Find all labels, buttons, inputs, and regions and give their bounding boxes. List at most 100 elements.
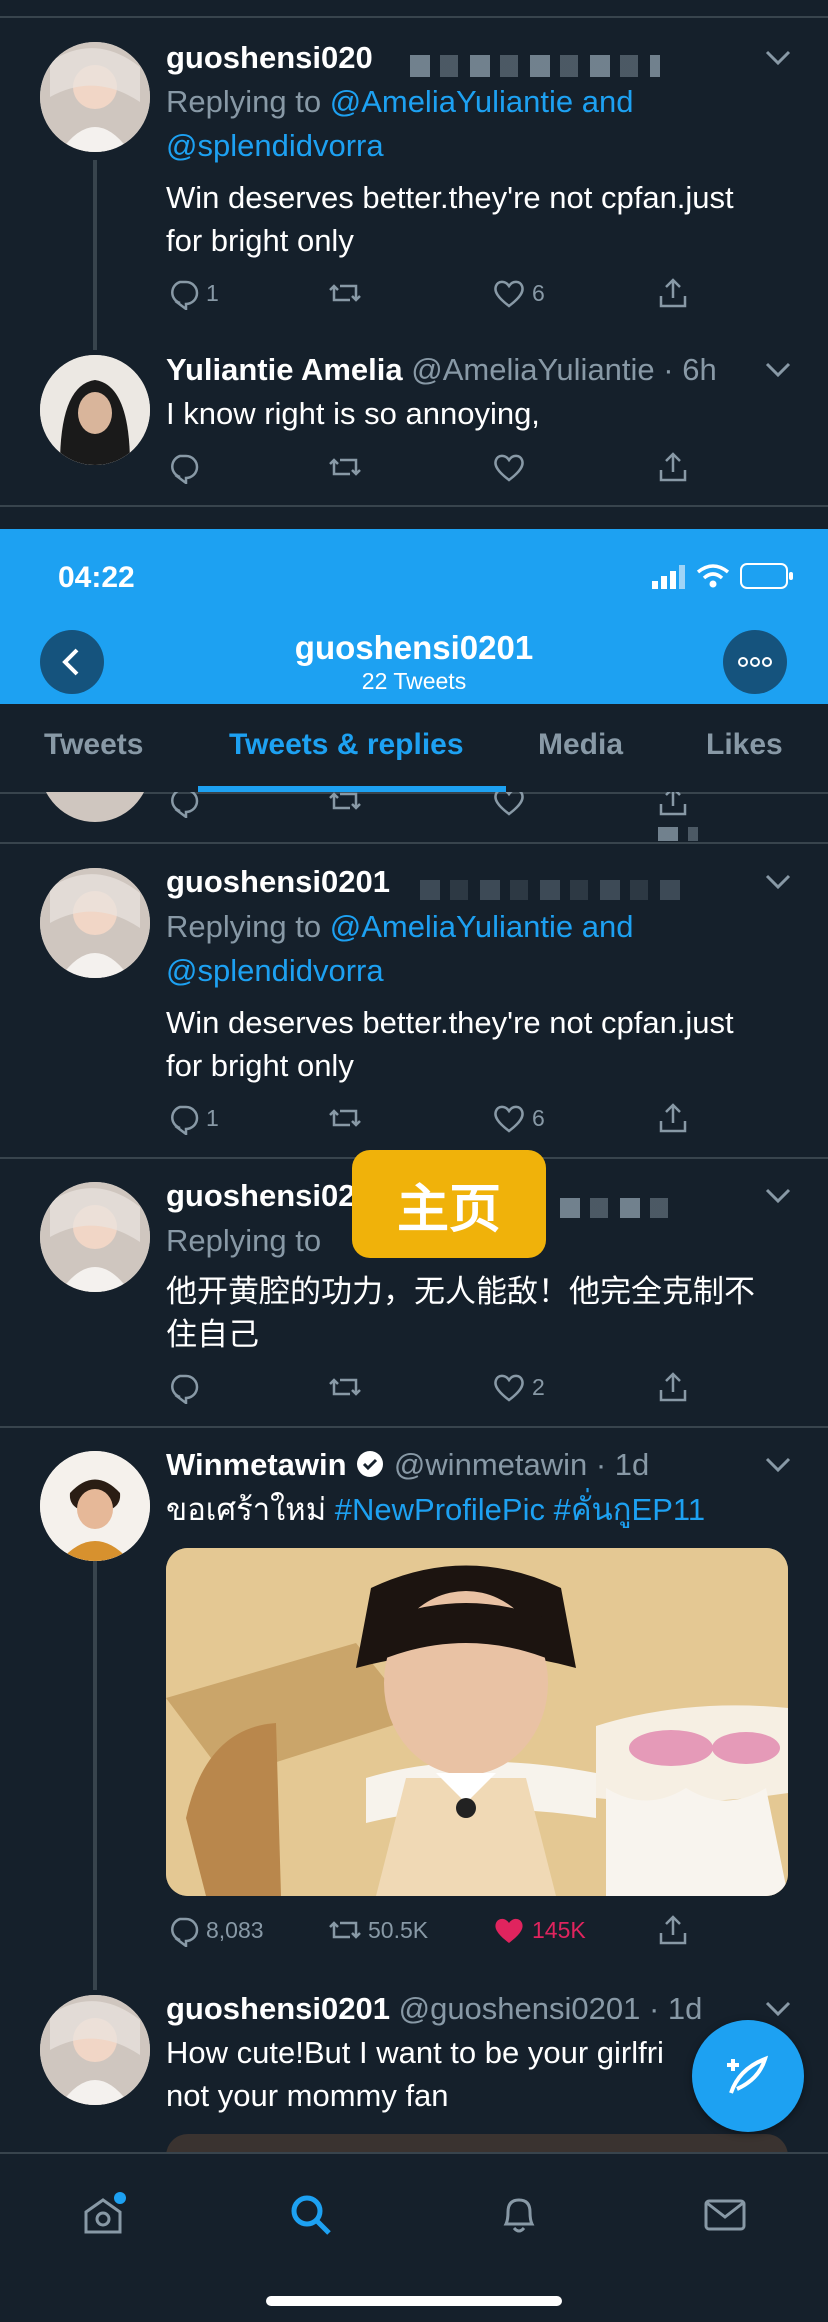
- avatar[interactable]: [40, 1451, 150, 1561]
- tweet-author-name[interactable]: guoshensi0201: [166, 864, 390, 900]
- like-icon: [494, 1105, 524, 1133]
- nav-search[interactable]: [288, 2192, 334, 2243]
- reply-button[interactable]: [166, 1370, 200, 1404]
- handle-timestamp: @guoshensi0201 · 1d: [398, 1991, 703, 2026]
- hashtag-link[interactable]: #คั่นกูEP11: [545, 1492, 705, 1527]
- share-button[interactable]: [656, 450, 690, 484]
- tweet-text-thai: ขอเศร้าใหม่: [166, 1492, 335, 1527]
- avatar[interactable]: [40, 42, 150, 152]
- tweet-author-name[interactable]: guoshensi0201 @guoshensi0201 · 1d: [166, 1991, 702, 2027]
- share-icon: [659, 278, 687, 308]
- nav-notifications[interactable]: [496, 2192, 542, 2243]
- reply-mention-link[interactable]: @splendidvorra: [166, 124, 384, 168]
- reply-icon: [171, 1917, 199, 1947]
- tab-tweets-and-replies[interactable]: Tweets & replies: [229, 728, 464, 762]
- chevron-down-icon[interactable]: [764, 872, 792, 892]
- tweet-author-name[interactable]: guoshensi020: [166, 40, 373, 76]
- tweet-text: ขอเศร้าใหม่ #NewProfilePic #คั่นกูEP11: [166, 1488, 705, 1532]
- compose-icon: [727, 2055, 769, 2094]
- tweet-author-name[interactable]: guoshensi020: [166, 1178, 373, 1214]
- home-indicator: [266, 2296, 562, 2306]
- home-overlay-badge[interactable]: 主页: [352, 1150, 546, 1258]
- like-icon[interactable]: [492, 792, 526, 818]
- retweet-button[interactable]: [328, 450, 362, 484]
- reply-mention-link[interactable]: @splendidvorra: [166, 949, 384, 993]
- chevron-down-icon[interactable]: [764, 48, 792, 68]
- retweet-button[interactable]: [328, 1101, 362, 1135]
- like-icon: [495, 1918, 523, 1943]
- tweet-text: for bright only: [166, 223, 354, 258]
- reply-icon: [171, 1374, 199, 1404]
- avatar[interactable]: [40, 1995, 150, 2105]
- reply-mention-link[interactable]: @AmeliaYuliantie and: [330, 909, 634, 944]
- share-button[interactable]: [656, 1370, 690, 1404]
- display-name: guoshensi0201: [166, 1991, 390, 2026]
- share-button[interactable]: [656, 1913, 690, 1947]
- more-button[interactable]: [723, 630, 787, 694]
- retweet-icon[interactable]: [328, 792, 362, 818]
- handle-timestamp: @winmetawin · 1d: [393, 1447, 650, 1482]
- handle-timestamp: @AmeliaYuliantie · 6h: [411, 352, 717, 387]
- display-name: Winmetawin: [166, 1447, 347, 1482]
- share-icon: [659, 1372, 687, 1402]
- blurred-handle: [420, 880, 690, 900]
- nav-home[interactable]: [80, 2192, 126, 2243]
- chevron-down-icon[interactable]: [764, 360, 792, 380]
- reply-icon: [171, 280, 199, 310]
- messages-icon: [704, 2199, 746, 2231]
- like-button[interactable]: 145K: [492, 1913, 586, 1947]
- battery-icon: [740, 563, 793, 589]
- like-count: 145K: [532, 1916, 586, 1943]
- retweet-icon: [329, 284, 361, 302]
- reply-icon[interactable]: [166, 792, 200, 818]
- tweet-text: Win deserves better.they're not cpfan.ju…: [166, 1005, 734, 1040]
- reply-mention-link[interactable]: @AmeliaYuliantie and: [330, 84, 634, 119]
- tweet-author-name[interactable]: Yuliantie Amelia @AmeliaYuliantie · 6h: [166, 352, 717, 388]
- avatar[interactable]: [40, 1182, 150, 1292]
- signal-icon: [652, 565, 685, 589]
- chevron-down-icon[interactable]: [764, 1186, 792, 1206]
- retweet-button[interactable]: [328, 1370, 362, 1404]
- reply-button[interactable]: 8,083: [166, 1913, 264, 1947]
- like-button[interactable]: 6: [492, 276, 545, 310]
- blurred-handle: [560, 1198, 680, 1218]
- retweet-button[interactable]: [328, 276, 362, 310]
- tab-tweets[interactable]: Tweets: [44, 728, 143, 762]
- top-divider: [0, 16, 828, 18]
- reply-button[interactable]: 1: [166, 1101, 219, 1135]
- profile-header-bar: 04:22 guoshensi0201 22 Tweets: [0, 529, 828, 704]
- share-button[interactable]: [656, 1101, 690, 1135]
- tweet-media-image[interactable]: [166, 1548, 788, 1896]
- retweet-icon: [329, 1921, 361, 1939]
- reply-button[interactable]: 1: [166, 276, 219, 310]
- tweet-count: 22 Tweets: [361, 668, 467, 694]
- compose-button[interactable]: [692, 2020, 804, 2132]
- partial-avatar: [40, 792, 150, 822]
- chevron-down-icon[interactable]: [764, 1455, 792, 1475]
- hashtag-link[interactable]: #NewProfilePic: [335, 1492, 545, 1527]
- verified-icon: [357, 1451, 384, 1477]
- like-button[interactable]: [492, 450, 526, 484]
- like-button[interactable]: 6: [492, 1101, 545, 1135]
- avatar[interactable]: [40, 355, 150, 465]
- tweet-author-name[interactable]: Winmetawin @winmetawin · 1d: [166, 1447, 649, 1483]
- chevron-down-icon[interactable]: [764, 1999, 792, 2019]
- retweet-button[interactable]: 50.5K: [328, 1913, 428, 1947]
- reply-count: 8,083: [206, 1916, 264, 1943]
- reply-button[interactable]: [166, 450, 200, 484]
- reply-count: 1: [206, 1104, 219, 1131]
- avatar[interactable]: [40, 868, 150, 978]
- reply-count: 1: [206, 279, 219, 306]
- tweet-text: for bright only: [166, 1048, 354, 1083]
- like-button[interactable]: 2: [492, 1370, 545, 1404]
- divider: [0, 842, 828, 844]
- share-button[interactable]: [656, 276, 690, 310]
- notifications-icon: [503, 2198, 535, 2233]
- tab-likes[interactable]: Likes: [706, 728, 783, 762]
- notification-dot: [114, 2192, 126, 2204]
- like-count: 2: [532, 1373, 545, 1400]
- share-icon[interactable]: [656, 792, 690, 818]
- nav-messages[interactable]: [702, 2192, 748, 2243]
- tab-media[interactable]: Media: [538, 728, 623, 762]
- wifi-icon: [696, 564, 730, 588]
